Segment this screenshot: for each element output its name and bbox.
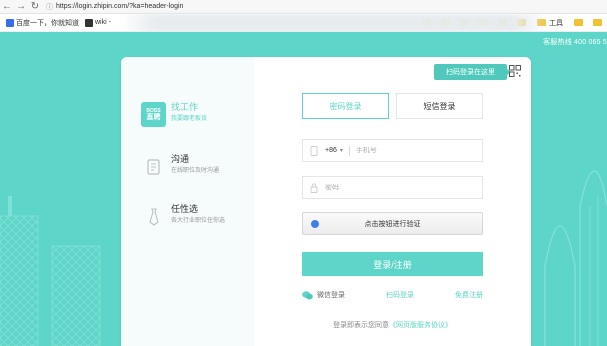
feature-title: 找工作 — [171, 102, 199, 112]
bookmark-baidu[interactable]: 百度一下，你就知道 — [6, 18, 79, 28]
chevron-down-icon: ▾ — [339, 148, 343, 154]
qr-code-icon[interactable] — [509, 65, 521, 77]
agreement-prefix: 登录即表示您同意 — [333, 322, 389, 329]
wechat-login-link[interactable]: 微信登录 — [302, 290, 345, 300]
service-agreement-link[interactable]: 《网页版服务协议》 — [389, 322, 452, 329]
reload-icon[interactable]: ↻ — [28, 0, 42, 14]
address-bar[interactable]: ⓘ https://login.zhipin.com/?ka=header-lo… — [46, 1, 607, 13]
wechat-login-label: 微信登录 — [317, 292, 345, 299]
blurred-region — [120, 14, 550, 32]
tab-password-login[interactable]: 密码登录 — [302, 93, 389, 119]
free-register-link[interactable]: 免费注册 — [455, 290, 483, 300]
alt-login-links: 微信登录 扫码登录 免费注册 — [302, 290, 483, 300]
feature-subtitle: 各大行业职位任你选 — [171, 218, 226, 224]
login-register-button[interactable]: 登录/注册 — [302, 252, 483, 276]
back-arrow-icon[interactable]: ← — [0, 0, 14, 14]
bookmark-wiki[interactable]: wiki - — [85, 18, 111, 27]
qr-login-tooltip: 扫码登录在这里 — [434, 64, 511, 80]
browser-toolbar: ← → ↻ ⓘ https://login.zhipin.com/?ka=hea… — [0, 0, 607, 14]
url-text: https://login.zhipin.com/?ka=header-logi… — [56, 3, 184, 10]
feature-choose: 任性选 各大行业职位任你选 — [141, 204, 225, 229]
tab-sms-login[interactable]: 短信登录 — [396, 93, 483, 119]
password-field — [302, 176, 483, 199]
feature-panel: BOSS 直聘 找工作 我要跟老板谈 沟通 在线职位及时沟通 任性选 各大行业职… — [121, 57, 254, 346]
wiki-icon — [85, 18, 93, 27]
folder-icon[interactable] — [593, 19, 602, 26]
phone-icon — [310, 146, 318, 156]
password-input[interactable] — [325, 184, 482, 191]
feature-find-job: BOSS 直聘 找工作 我要跟老板谈 — [141, 102, 207, 127]
feature-communicate: 沟通 在线职位及时沟通 — [141, 154, 219, 179]
login-card: BOSS 直聘 找工作 我要跟老板谈 沟通 在线职位及时沟通 任性选 各大行业职… — [121, 57, 531, 346]
feature-subtitle: 在线职位及时沟通 — [171, 168, 220, 174]
agreement-text: 登录即表示您同意《网页版服务协议》 — [302, 320, 483, 330]
bookmark-label: 工具 — [549, 19, 563, 27]
forward-arrow-icon[interactable]: → — [14, 0, 28, 14]
bookmark-label: 百度一下，你就知道 — [16, 19, 79, 27]
scan-login-link[interactable]: 扫码登录 — [386, 290, 414, 300]
boss-logo-icon: BOSS 直聘 — [141, 102, 166, 127]
feature-title: 任性选 — [171, 204, 199, 214]
login-tabs: 密码登录 短信登录 — [302, 93, 483, 119]
verify-dot-icon — [311, 219, 319, 228]
country-code: +86 — [325, 147, 337, 154]
phone-field: +86 ▾ — [302, 139, 483, 162]
chat-document-icon — [141, 154, 166, 179]
bookmark-label: wiki - — [95, 19, 111, 26]
captcha-label: 点击按钮进行验证 — [364, 220, 421, 228]
divider — [348, 145, 350, 156]
captcha-verify-button[interactable]: 点击按钮进行验证 — [302, 212, 483, 235]
folder-icon[interactable] — [574, 19, 583, 26]
security-info-icon[interactable]: ⓘ — [46, 2, 53, 12]
wechat-icon — [302, 290, 313, 299]
tie-icon — [141, 204, 166, 229]
hotline-text: 客服热线 400 065 5 — [543, 39, 607, 46]
logo-big-text: 直聘 — [146, 113, 161, 121]
lock-icon — [310, 183, 318, 193]
country-code-select[interactable]: +86 ▾ — [303, 147, 343, 154]
phone-input[interactable] — [355, 147, 482, 154]
feature-subtitle: 我要跟老板谈 — [171, 116, 208, 122]
baidu-icon — [6, 18, 14, 27]
feature-title: 沟通 — [171, 154, 190, 164]
